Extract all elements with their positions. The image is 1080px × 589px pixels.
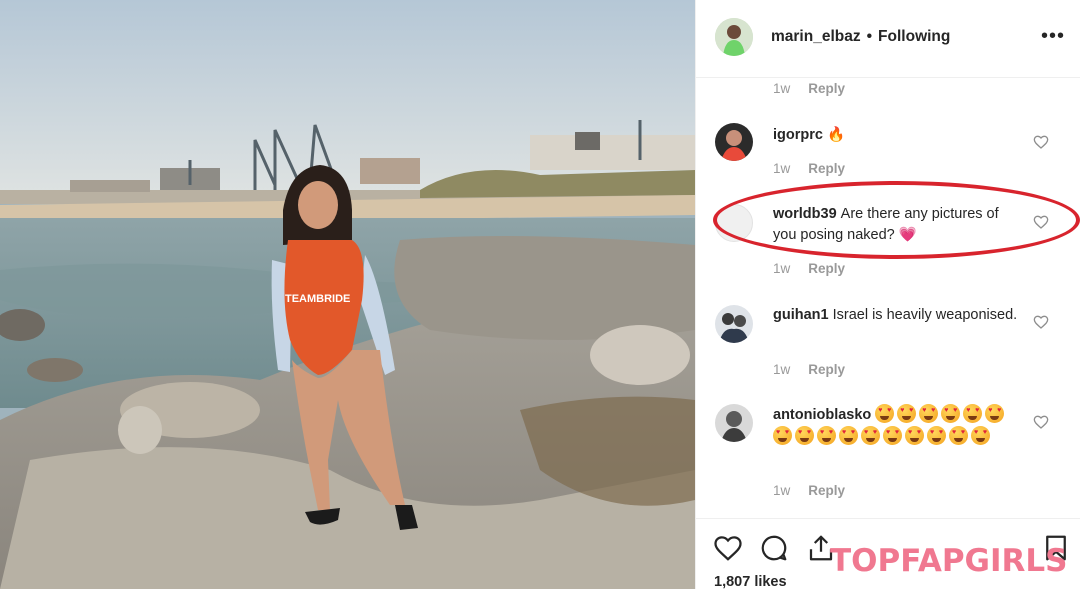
comment-meta: 1w Reply xyxy=(773,483,845,498)
reply-button[interactable]: Reply xyxy=(808,161,845,176)
comment-text: Israel is heavily weaponised. xyxy=(832,307,1018,323)
author-avatar[interactable] xyxy=(715,18,753,56)
heart-eyes-emoji xyxy=(875,404,895,423)
heart-eyes-emoji xyxy=(941,404,961,423)
reply-button[interactable]: Reply xyxy=(808,81,845,96)
post-photo[interactable]: TEAMBRIDE xyxy=(0,0,695,589)
like-comment-heart-icon[interactable] xyxy=(1033,414,1049,430)
svg-text:TEAMBRIDE: TEAMBRIDE xyxy=(285,293,350,305)
comment-meta: 1w Reply xyxy=(773,261,845,276)
commenter-avatar[interactable] xyxy=(715,404,753,442)
heart-eyes-emoji xyxy=(971,426,990,445)
heart-eyes-emoji xyxy=(817,426,836,445)
comment-time: 1w xyxy=(773,161,791,176)
heart-eyes-emoji xyxy=(839,426,858,445)
commenter-avatar[interactable] xyxy=(715,123,753,161)
following-button[interactable]: Following xyxy=(878,28,950,45)
header-separator: • xyxy=(866,28,873,45)
comments-panel: marin_elbaz • Following ••• 1w Reply igorpr… xyxy=(695,0,1080,589)
comment-meta: 1w Reply xyxy=(773,362,845,377)
comment-bubble-icon[interactable] xyxy=(759,533,789,563)
commenter-avatar[interactable] xyxy=(715,204,753,242)
heart-eyes-emoji xyxy=(919,404,939,423)
beach-photo-illustration: TEAMBRIDE xyxy=(0,0,695,589)
heart-eyes-emoji xyxy=(883,426,902,445)
comment-time: 1w xyxy=(773,81,791,96)
comment-username[interactable]: guihan1 xyxy=(773,307,829,323)
comment-meta: 1w Reply xyxy=(773,81,845,96)
heart-eyes-emoji xyxy=(795,426,814,445)
comment-time: 1w xyxy=(773,483,791,498)
watermark-logo: TOPFAPGIRLS xyxy=(830,543,1068,579)
like-comment-heart-icon[interactable] xyxy=(1033,214,1049,230)
heart-eyes-emoji xyxy=(905,426,924,445)
reply-button[interactable]: Reply xyxy=(808,483,845,498)
like-comment-heart-icon[interactable] xyxy=(1033,314,1049,330)
author-username[interactable]: marin_elbaz xyxy=(771,28,861,45)
reply-button[interactable]: Reply xyxy=(808,261,845,276)
heart-eyes-emoji xyxy=(897,404,917,423)
comment-meta: 1w Reply xyxy=(773,161,845,176)
heart-eyes-emoji xyxy=(927,426,946,445)
heart-eyes-emoji xyxy=(773,426,792,445)
comment-username[interactable]: igorprc xyxy=(773,127,823,143)
comment-username[interactable]: worldb39 xyxy=(773,206,837,222)
heart-eyes-emoji xyxy=(985,404,1005,423)
comment-time: 1w xyxy=(773,261,791,276)
comment-username[interactable]: antonioblasko xyxy=(773,407,871,423)
comment-time: 1w xyxy=(773,362,791,377)
heart-eyes-emoji xyxy=(949,426,968,445)
commenter-avatar[interactable] xyxy=(715,305,753,343)
comment-text: 🔥 xyxy=(826,127,846,143)
likes-count[interactable]: 1,807 likes xyxy=(714,574,787,589)
heart-eyes-emoji xyxy=(861,426,880,445)
like-comment-heart-icon[interactable] xyxy=(1033,134,1049,150)
like-heart-icon[interactable] xyxy=(713,533,743,563)
reply-button[interactable]: Reply xyxy=(808,362,845,377)
heart-eyes-emoji xyxy=(963,404,983,423)
post-header: marin_elbaz • Following ••• xyxy=(696,0,1080,78)
more-options-button[interactable]: ••• xyxy=(1041,26,1065,46)
